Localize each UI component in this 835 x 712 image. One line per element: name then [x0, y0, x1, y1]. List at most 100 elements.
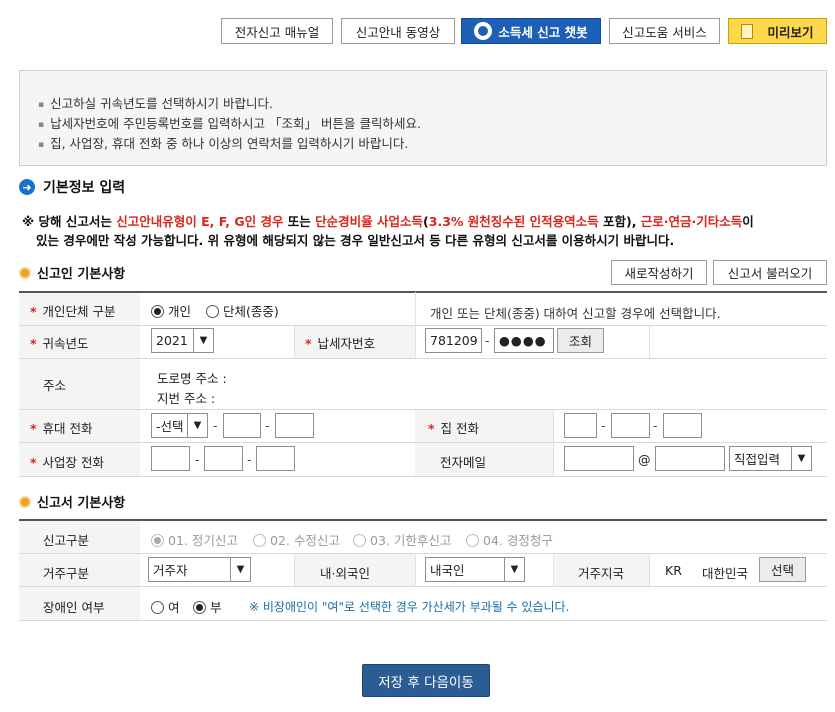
mobile-phone-label: * 휴대 전화	[30, 421, 93, 436]
row-divider	[19, 476, 827, 477]
report-subtitle: 신고서 기본사항	[19, 492, 125, 511]
lot-address-label: 지번 주소 :	[157, 391, 216, 406]
address-label: 주소	[43, 378, 67, 393]
bullet-icon	[19, 495, 31, 508]
separator: -	[653, 418, 658, 433]
separator: -	[601, 418, 606, 433]
chatbot-button[interactable]: 소득세 신고 챗봇	[461, 18, 601, 44]
preview-button[interactable]: 미리보기	[728, 18, 827, 44]
email-at-sign: @	[638, 452, 651, 467]
email-domain-input[interactable]	[655, 446, 725, 471]
warning-text: 또는	[283, 214, 316, 229]
report-title: 신고서 기본사항	[37, 496, 126, 511]
email-id-input[interactable]	[564, 446, 634, 471]
col-divider	[553, 553, 554, 586]
taxpayer-number-back-input[interactable]: ●●●●	[494, 328, 554, 353]
business-phone-label: * 사업장 전화	[30, 455, 105, 470]
residence-type-label: 거주구분	[43, 566, 90, 581]
correction-claim-radio[interactable]: 04. 경정청구	[466, 530, 553, 549]
business-area-input[interactable]	[151, 446, 190, 471]
manual-button[interactable]: 전자신고 매뉴얼	[221, 18, 333, 44]
col-divider	[553, 409, 554, 476]
country-select-button[interactable]: 선택	[759, 557, 806, 582]
business-middle-input[interactable]	[204, 446, 243, 471]
row-divider	[19, 586, 827, 587]
document-icon	[741, 23, 754, 39]
preview-label: 미리보기	[767, 24, 814, 40]
nationality-label: 내·외국인	[320, 566, 370, 581]
col-divider	[649, 325, 650, 358]
mobile-last-input[interactable]	[275, 413, 314, 438]
disability-label: 장애인 여부	[43, 600, 105, 615]
home-phone-label: * 집 전화	[428, 421, 480, 436]
tax-year-label: * 귀속년도	[30, 336, 89, 351]
load-form-button[interactable]: 신고서 불러오기	[713, 260, 827, 285]
warning-highlight: 신고안내유형이 E, F, G인 경우	[116, 214, 284, 229]
notice-item: 신고하실 귀속년도를 선택하시기 바랍니다.	[38, 93, 273, 112]
tax-year-value: 2021	[156, 333, 188, 348]
separator: -	[485, 333, 490, 348]
amended-report-radio[interactable]: 02. 수정신고	[253, 530, 340, 549]
warning-text: 이	[742, 214, 754, 229]
country-code: KR	[665, 563, 682, 578]
nationality-select[interactable]: 내국인 ▼	[425, 557, 525, 582]
chatbot-label: 소득세 신고 챗봇	[498, 24, 588, 40]
taxpayer-number-front-input[interactable]: 781209	[425, 328, 482, 353]
chevron-down-icon: ▼	[230, 558, 250, 581]
filer-title: 신고인 기본사항	[37, 267, 126, 282]
entity-type-help: 개인 또는 단체(종중) 대하여 신고할 경우에 선택합니다.	[430, 306, 721, 321]
email-domain-value: 직접입력	[734, 452, 781, 467]
notice-item: 납세자번호에 주민등록번호를 입력하시고 「조회」 버튼을 클릭하세요.	[38, 113, 421, 132]
business-last-input[interactable]	[256, 446, 295, 471]
col-divider	[415, 292, 416, 325]
home-area-input[interactable]	[564, 413, 597, 438]
video-guide-button[interactable]: 신고안내 동영상	[341, 18, 455, 44]
section-title: 기본정보 입력	[43, 180, 126, 196]
row-divider	[19, 620, 827, 621]
disability-no-radio[interactable]: 부	[193, 597, 222, 616]
table-top-border	[19, 291, 827, 293]
entity-group-radio[interactable]: 단체(종중)	[206, 301, 279, 320]
nationality-value: 내국인	[430, 563, 465, 578]
home-middle-input[interactable]	[611, 413, 650, 438]
row-divider	[19, 553, 827, 554]
mobile-prefix-value: -선택	[156, 419, 184, 434]
separator: -	[195, 452, 200, 467]
help-service-button[interactable]: 신고도움 서비스	[609, 18, 720, 44]
entity-type-label: * 개인단체 구분	[30, 304, 116, 319]
disability-note: ※ 비장애인이 "여"로 선택한 경우 가산세가 부과될 수 있습니다.	[249, 600, 570, 614]
notice-box: 신고하실 귀속년도를 선택하시기 바랍니다. 납세자번호에 주민등록번호를 입력…	[19, 70, 827, 166]
separator: -	[247, 452, 252, 467]
col-divider	[415, 553, 416, 586]
table-top-border	[19, 519, 827, 521]
road-address-label: 도로명 주소 :	[157, 371, 227, 386]
home-last-input[interactable]	[663, 413, 702, 438]
entity-individual-radio[interactable]: 개인	[151, 301, 191, 320]
separator: -	[265, 418, 270, 433]
eligibility-warning: ※ 당해 신고서는 신고안내유형이 E, F, G인 경우 또는 단순경비율 사…	[22, 212, 822, 250]
separator: -	[213, 418, 218, 433]
lookup-button[interactable]: 조회	[557, 328, 604, 353]
warning-text: 포함),	[598, 214, 641, 229]
col-divider	[649, 553, 650, 586]
chevron-down-icon: ▼	[791, 447, 811, 470]
disability-yes-radio[interactable]: 여	[151, 597, 180, 616]
tax-year-select[interactable]: 2021 ▼	[151, 328, 214, 353]
email-domain-select[interactable]: 직접입력 ▼	[729, 446, 812, 471]
new-form-button[interactable]: 새로작성하기	[611, 260, 707, 285]
mobile-middle-input[interactable]	[223, 413, 261, 438]
chevron-down-icon: ▼	[193, 329, 213, 352]
warning-text-line2: 있는 경우에만 작성 가능합니다. 위 유형에 해당되지 않는 경우 일반신고서…	[36, 233, 675, 248]
residence-type-select[interactable]: 거주자 ▼	[148, 557, 251, 582]
save-and-next-button[interactable]: 저장 후 다음이동	[362, 664, 490, 697]
col-divider	[415, 325, 416, 358]
email-label: 전자메일	[440, 455, 487, 470]
late-report-radio[interactable]: 03. 기한후신고	[353, 530, 451, 549]
chatbot-icon	[474, 22, 493, 40]
taxpayer-number-label: * 납세자번호	[305, 336, 376, 351]
section-header: ➜ 기본정보 입력	[19, 177, 125, 197]
mobile-prefix-select[interactable]: -선택 ▼	[151, 413, 208, 438]
country-name: 대한민국	[702, 566, 749, 581]
regular-report-radio[interactable]: 01. 정기신고	[151, 530, 238, 549]
col-divider	[294, 325, 295, 358]
